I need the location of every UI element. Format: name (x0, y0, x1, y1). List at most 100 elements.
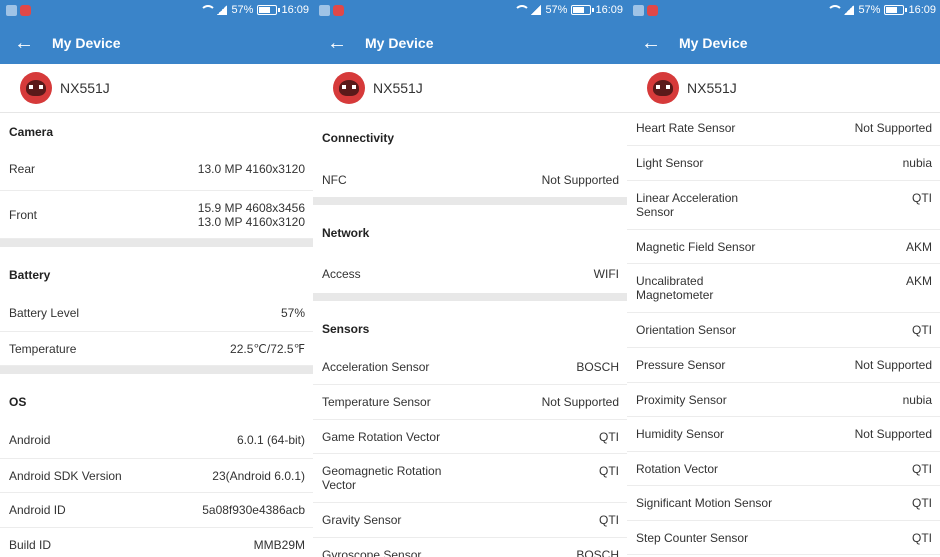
row-value: QTI (912, 323, 932, 337)
section-title-camera: Camera (9, 125, 54, 139)
row-value: 15.9 MP 4608x3456 13.0 MP 4160x3120 (198, 201, 305, 229)
list-item: Battery Level 57% (0, 297, 313, 332)
row-label: Geomagnetic Rotation Vector (322, 464, 441, 492)
notification-icon (6, 5, 17, 16)
section-divider (313, 197, 627, 205)
list-item: Rear 13.0 MP 4160x3120 (0, 151, 313, 191)
row-label-line: Vector (322, 478, 357, 492)
list-item: Acceleration Sensor BOSCH (313, 351, 627, 385)
wifi-icon (199, 5, 217, 15)
page-title: My Device (679, 35, 748, 51)
battery-percent: 57% (545, 4, 568, 16)
clock: 16:09 (908, 4, 936, 16)
wifi-icon (513, 5, 531, 15)
row-label: Android SDK Version (9, 469, 122, 483)
page-title: My Device (365, 35, 434, 51)
row-value: BOSCH (576, 360, 619, 374)
row-value: MMB29M (253, 538, 305, 552)
section-divider (313, 293, 627, 301)
row-value: Not Supported (854, 358, 932, 372)
row-label: Battery Level (9, 306, 80, 320)
row-label: Android ID (9, 503, 66, 517)
row-label: Build ID (9, 538, 52, 552)
row-value: Not Supported (541, 173, 619, 187)
row-label: Linear Acceleration Sensor (636, 191, 738, 219)
antutu-logo-icon (333, 72, 365, 104)
app-bar: ← My Device (0, 22, 313, 64)
battery-icon (884, 5, 908, 15)
row-label: Light Sensor (636, 156, 704, 170)
status-bar: 57% 16:09 (313, 0, 627, 22)
row-label: Rear (9, 162, 36, 176)
back-arrow-icon[interactable]: ← (627, 22, 679, 64)
list-item: Significant Motion Sensor QTI (627, 486, 940, 521)
row-value: 23(Android 6.0.1) (212, 469, 305, 483)
row-label: Android (9, 433, 51, 447)
row-label: Rotation Vector (636, 462, 719, 476)
list-item: Orientation Sensor QTI (627, 313, 940, 348)
row-value: 13.0 MP 4160x3120 (197, 162, 305, 176)
row-label-line: Sensor (636, 205, 675, 219)
row-value: QTI (599, 430, 619, 444)
signal-icon (217, 5, 228, 15)
row-value: Not Supported (854, 427, 932, 441)
list-item: Temperature 22.5℃/72.5℉ (0, 332, 313, 366)
signal-icon (844, 5, 855, 15)
row-value: QTI (912, 531, 932, 545)
section-title-connectivity: Connectivity (322, 131, 395, 145)
row-label-line: Geomagnetic Rotation (322, 464, 442, 478)
row-label: Pressure Sensor (636, 358, 726, 372)
row-label: Uncalibrated Magnetometer (636, 274, 713, 302)
section-title-network: Network (322, 226, 370, 240)
back-arrow-icon[interactable]: ← (313, 22, 365, 64)
status-bar: 57% 16:09 (0, 0, 313, 22)
list-item: Gravity Sensor QTI (313, 503, 627, 538)
notification-icon (633, 5, 644, 16)
page-title: My Device (52, 35, 121, 51)
section-divider (0, 366, 313, 374)
device-name: NX551J (60, 80, 110, 96)
notification-icon (319, 5, 330, 16)
device-header: NX551J (627, 64, 940, 113)
screen-panel-2: 57% 16:09 ← My Device NX551J Connectivit… (313, 0, 627, 557)
clock: 16:09 (281, 4, 309, 16)
section-title-sensors: Sensors (322, 322, 370, 336)
app-notification-icon (333, 5, 344, 16)
section-divider (0, 239, 313, 247)
list-item: Step Counter Sensor QTI (627, 521, 940, 555)
row-value: QTI (599, 513, 619, 527)
battery-percent: 57% (858, 4, 881, 16)
row-value: QTI (599, 464, 619, 478)
row-value: 5a08f930e4386acb (202, 503, 305, 517)
list-item: Rotation Vector QTI (627, 452, 940, 486)
row-label: Significant Motion Sensor (636, 496, 773, 510)
antutu-logo-icon (20, 72, 52, 104)
row-label: Acceleration Sensor (322, 360, 430, 374)
row-label: Orientation Sensor (636, 323, 737, 337)
list-item: Android 6.0.1 (64-bit) (0, 424, 313, 459)
row-value: 6.0.1 (64-bit) (236, 433, 305, 447)
row-label: Step Counter Sensor (636, 531, 749, 545)
row-label: Heart Rate Sensor (636, 121, 736, 135)
section-title-os: OS (9, 395, 27, 409)
back-arrow-icon[interactable]: ← (0, 22, 52, 64)
row-label-line: Uncalibrated (636, 274, 704, 288)
row-label: Access (322, 267, 361, 281)
row-label: Front (9, 207, 38, 222)
list-item: Temperature Sensor Not Supported (313, 385, 627, 420)
row-label: Temperature Sensor (322, 395, 431, 409)
app-bar: ← My Device (313, 22, 627, 64)
row-label-line: Magnetometer (636, 288, 714, 302)
list-item: Front 15.9 MP 4608x3456 13.0 MP 4160x312… (0, 191, 313, 239)
row-value: 22.5℃/72.5℉ (230, 342, 305, 356)
section-title-battery: Battery (9, 268, 51, 282)
status-bar: 57% 16:09 (627, 0, 940, 22)
device-header: NX551J (0, 64, 313, 113)
list-item: Uncalibrated Magnetometer AKM (627, 264, 940, 313)
battery-percent: 57% (231, 4, 254, 16)
list-item: Android SDK Version 23(Android 6.0.1) (0, 459, 313, 493)
list-item: Build ID MMB29M (0, 528, 313, 557)
row-value: nubia (902, 156, 932, 170)
list-item: Linear Acceleration Sensor QTI (627, 181, 940, 230)
row-label: Game Rotation Vector (322, 430, 441, 444)
